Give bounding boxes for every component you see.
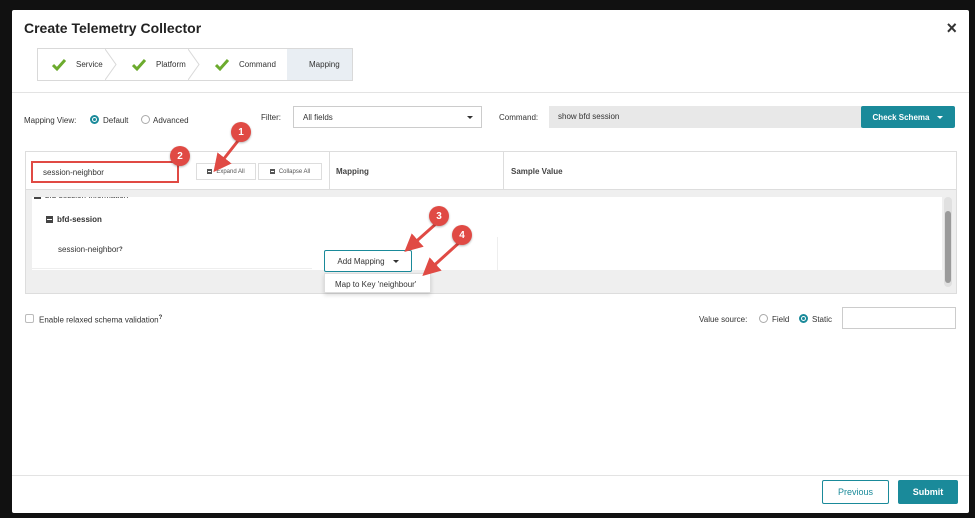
radio-advanced-label: Advanced [153, 116, 189, 125]
caret-down-icon [467, 116, 473, 119]
check-schema-label: Check Schema [872, 112, 930, 122]
collapse-all-label: Collapse All [278, 168, 311, 175]
column-divider [503, 152, 504, 190]
collapse-node-icon [34, 197, 41, 199]
add-mapping-button[interactable]: Add Mapping [324, 250, 412, 272]
add-mapping-label: Add Mapping [337, 256, 385, 266]
divider [12, 92, 969, 93]
filter-select[interactable]: All fields [293, 106, 482, 128]
modal-title: Create Telemetry Collector [24, 20, 202, 36]
command-label: Command: [499, 113, 539, 122]
tree-node-label: bfd-session [57, 215, 102, 224]
collapse-icon [269, 169, 275, 174]
expand-all-label: Expand All [216, 168, 245, 175]
filter-label: Filter: [261, 113, 281, 122]
menu-item-map-to-key[interactable]: Map to Key 'neighbour' [324, 273, 431, 293]
footer-divider [12, 475, 969, 476]
caret-down-icon [937, 115, 944, 119]
step-label: Service [76, 60, 103, 69]
checkmark-icon [215, 58, 229, 71]
checkmark-icon [52, 58, 66, 71]
annotation-badge-3: 3 [429, 206, 449, 226]
step-label: Mapping [309, 60, 340, 69]
scrollbar-thumb[interactable] [945, 211, 951, 283]
tree-node-label: bfd-session-information [45, 197, 128, 200]
static-value-input[interactable] [842, 307, 956, 329]
check-schema-button[interactable]: Check Schema [861, 106, 955, 128]
value-source-label: Value source: [699, 315, 748, 324]
checkmark-icon [132, 58, 146, 71]
step-service[interactable]: Service [38, 49, 117, 80]
radio-default-label: Default [103, 116, 129, 125]
filter-value: All fields [303, 113, 333, 122]
row-divider [32, 268, 312, 269]
annotation-badge-1: 1 [231, 122, 251, 142]
close-icon[interactable]: × [946, 18, 957, 39]
relaxed-validation-checkbox[interactable] [25, 314, 34, 323]
table-header: session-neighbor Expand All Collapse All… [26, 152, 956, 190]
table-body: bfd-session-information bfd-session sess… [32, 197, 942, 270]
help-icon[interactable]: ? [159, 315, 163, 321]
column-mapping: Mapping [336, 167, 369, 176]
column-sample-value: Sample Value [511, 167, 563, 176]
step-label: Command [239, 60, 276, 69]
radio-static[interactable] [799, 314, 808, 323]
command-field: show bfd session [549, 106, 862, 128]
relaxed-validation-label: Enable relaxed schema validation? [39, 315, 163, 325]
step-platform[interactable]: Platform [116, 49, 200, 80]
wizard-stepper: Service Platform Command Mapping [37, 48, 353, 81]
radio-advanced[interactable] [141, 115, 150, 124]
annotation-badge-2: 2 [170, 146, 190, 166]
step-command[interactable]: Command [199, 49, 287, 80]
previous-button[interactable]: Previous [822, 480, 889, 504]
expand-icon [207, 169, 213, 174]
radio-field-label: Field [772, 315, 790, 324]
collapse-all-button[interactable]: Collapse All [258, 163, 322, 180]
tree-leaf-session-neighbor: session-neighbor ? [58, 245, 123, 254]
mapping-table-panel: session-neighbor Expand All Collapse All… [25, 151, 957, 294]
step-label: Platform [156, 60, 186, 69]
tree-leaf-label: session-neighbor [58, 245, 119, 254]
radio-static-label: Static [812, 315, 833, 324]
vertical-scrollbar[interactable] [944, 197, 952, 287]
collapse-node-icon [46, 216, 53, 223]
tree-node-bfd-session-information[interactable]: bfd-session-information [34, 197, 128, 200]
tree-node-bfd-session[interactable]: bfd-session [46, 215, 102, 224]
caret-down-icon [392, 259, 399, 263]
step-mapping[interactable]: Mapping [287, 49, 352, 80]
cell-divider [497, 237, 498, 270]
radio-field[interactable] [759, 314, 768, 323]
column-divider [329, 152, 330, 190]
search-input[interactable]: session-neighbor [31, 161, 179, 183]
submit-button[interactable]: Submit [898, 480, 958, 504]
help-icon[interactable]: ? [119, 247, 123, 253]
radio-default[interactable] [90, 115, 99, 124]
mapping-view-label: Mapping View: [24, 116, 77, 125]
create-telemetry-collector-modal: Create Telemetry Collector × Service Pla… [12, 10, 969, 513]
expand-all-button[interactable]: Expand All [196, 163, 256, 180]
annotation-badge-4: 4 [452, 225, 472, 245]
